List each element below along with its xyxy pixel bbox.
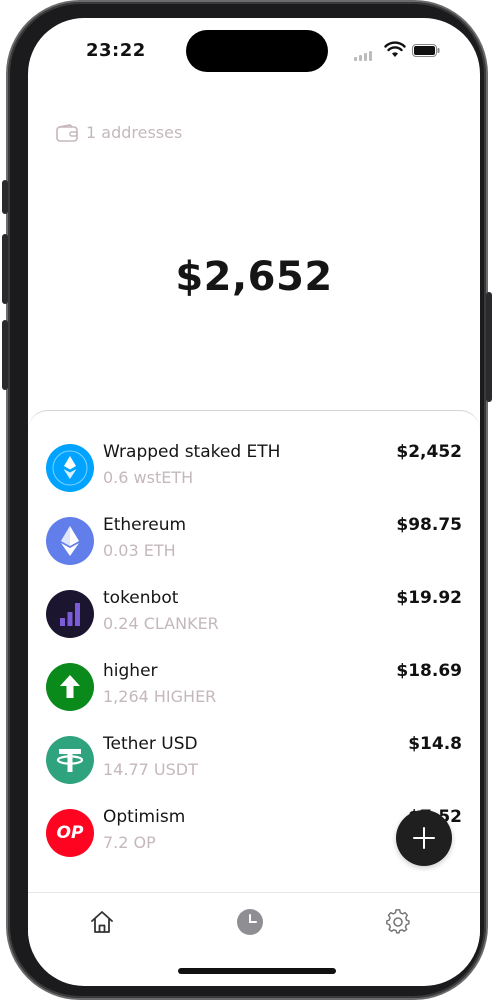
token-row-wsteth[interactable]: Wrapped staked ETH 0.6 wstETH $2,452 [46, 440, 462, 496]
token-value: $2,452 [396, 442, 462, 462]
add-button[interactable] [396, 810, 452, 866]
wsteth-logo-icon [46, 444, 94, 492]
token-name: Optimism [103, 807, 186, 827]
dynamic-island [186, 30, 328, 72]
addresses-selector[interactable]: 1 addresses [56, 123, 182, 142]
total-balance: $2,652 [175, 254, 333, 300]
addresses-label: 1 addresses [86, 123, 183, 142]
tether-logo-icon [46, 736, 94, 784]
token-amount: 0.24 CLANKER [103, 614, 219, 633]
token-name: Ethereum [103, 515, 187, 535]
token-value: $98.75 [396, 515, 462, 535]
battery-icon [412, 44, 440, 57]
volume-down-button [2, 320, 8, 390]
token-amount: 1,264 HIGHER [103, 687, 217, 706]
token-row-higher[interactable]: higher 1,264 HIGHER $18.69 [46, 659, 462, 715]
power-button [486, 292, 492, 402]
tokenbot-logo-icon [46, 590, 94, 638]
mute-switch [2, 180, 8, 214]
token-amount: 14.77 USDT [103, 760, 198, 779]
token-name: tokenbot [103, 588, 179, 608]
clock-icon [237, 909, 263, 935]
phone-frame: 23:22 1 addresses $2,652 Wrapped staked … [2, 2, 492, 998]
token-row-tokenbot[interactable]: tokenbot 0.24 CLANKER $19.92 [46, 586, 462, 642]
nav-history[interactable] [235, 907, 265, 937]
wallet-icon [56, 123, 78, 142]
token-name: Tether USD [103, 734, 198, 754]
wifi-icon [384, 41, 406, 57]
ethereum-logo-icon [46, 517, 94, 565]
token-amount: 0.6 wstETH [103, 468, 194, 487]
token-row-ethereum[interactable]: Ethereum 0.03 ETH $98.75 [46, 513, 462, 569]
nav-home[interactable] [87, 907, 117, 937]
plus-icon [413, 827, 435, 849]
token-value: $18.69 [396, 661, 462, 681]
token-value: $19.92 [396, 588, 462, 608]
token-amount: 0.03 ETH [103, 541, 176, 560]
token-row-tether[interactable]: Tether USD 14.77 USDT $14.8 [46, 732, 462, 788]
optimism-logo-icon: OP [46, 809, 94, 857]
app-screen: 23:22 1 addresses $2,652 Wrapped staked … [28, 18, 480, 986]
volume-up-button [2, 234, 8, 304]
nav-settings[interactable] [383, 907, 413, 937]
bottom-nav [28, 892, 480, 953]
home-icon [91, 911, 113, 933]
higher-arrow-logo-icon [46, 663, 94, 711]
cellular-signal-icon [354, 51, 372, 61]
status-time: 23:22 [86, 40, 146, 61]
home-indicator [178, 968, 336, 974]
optimism-logo-text: OP [56, 823, 84, 843]
token-name: Wrapped staked ETH [103, 442, 281, 462]
token-amount: 7.2 OP [103, 833, 156, 852]
token-name: higher [103, 661, 158, 681]
token-value: $14.8 [408, 734, 462, 754]
gear-icon [386, 909, 410, 934]
